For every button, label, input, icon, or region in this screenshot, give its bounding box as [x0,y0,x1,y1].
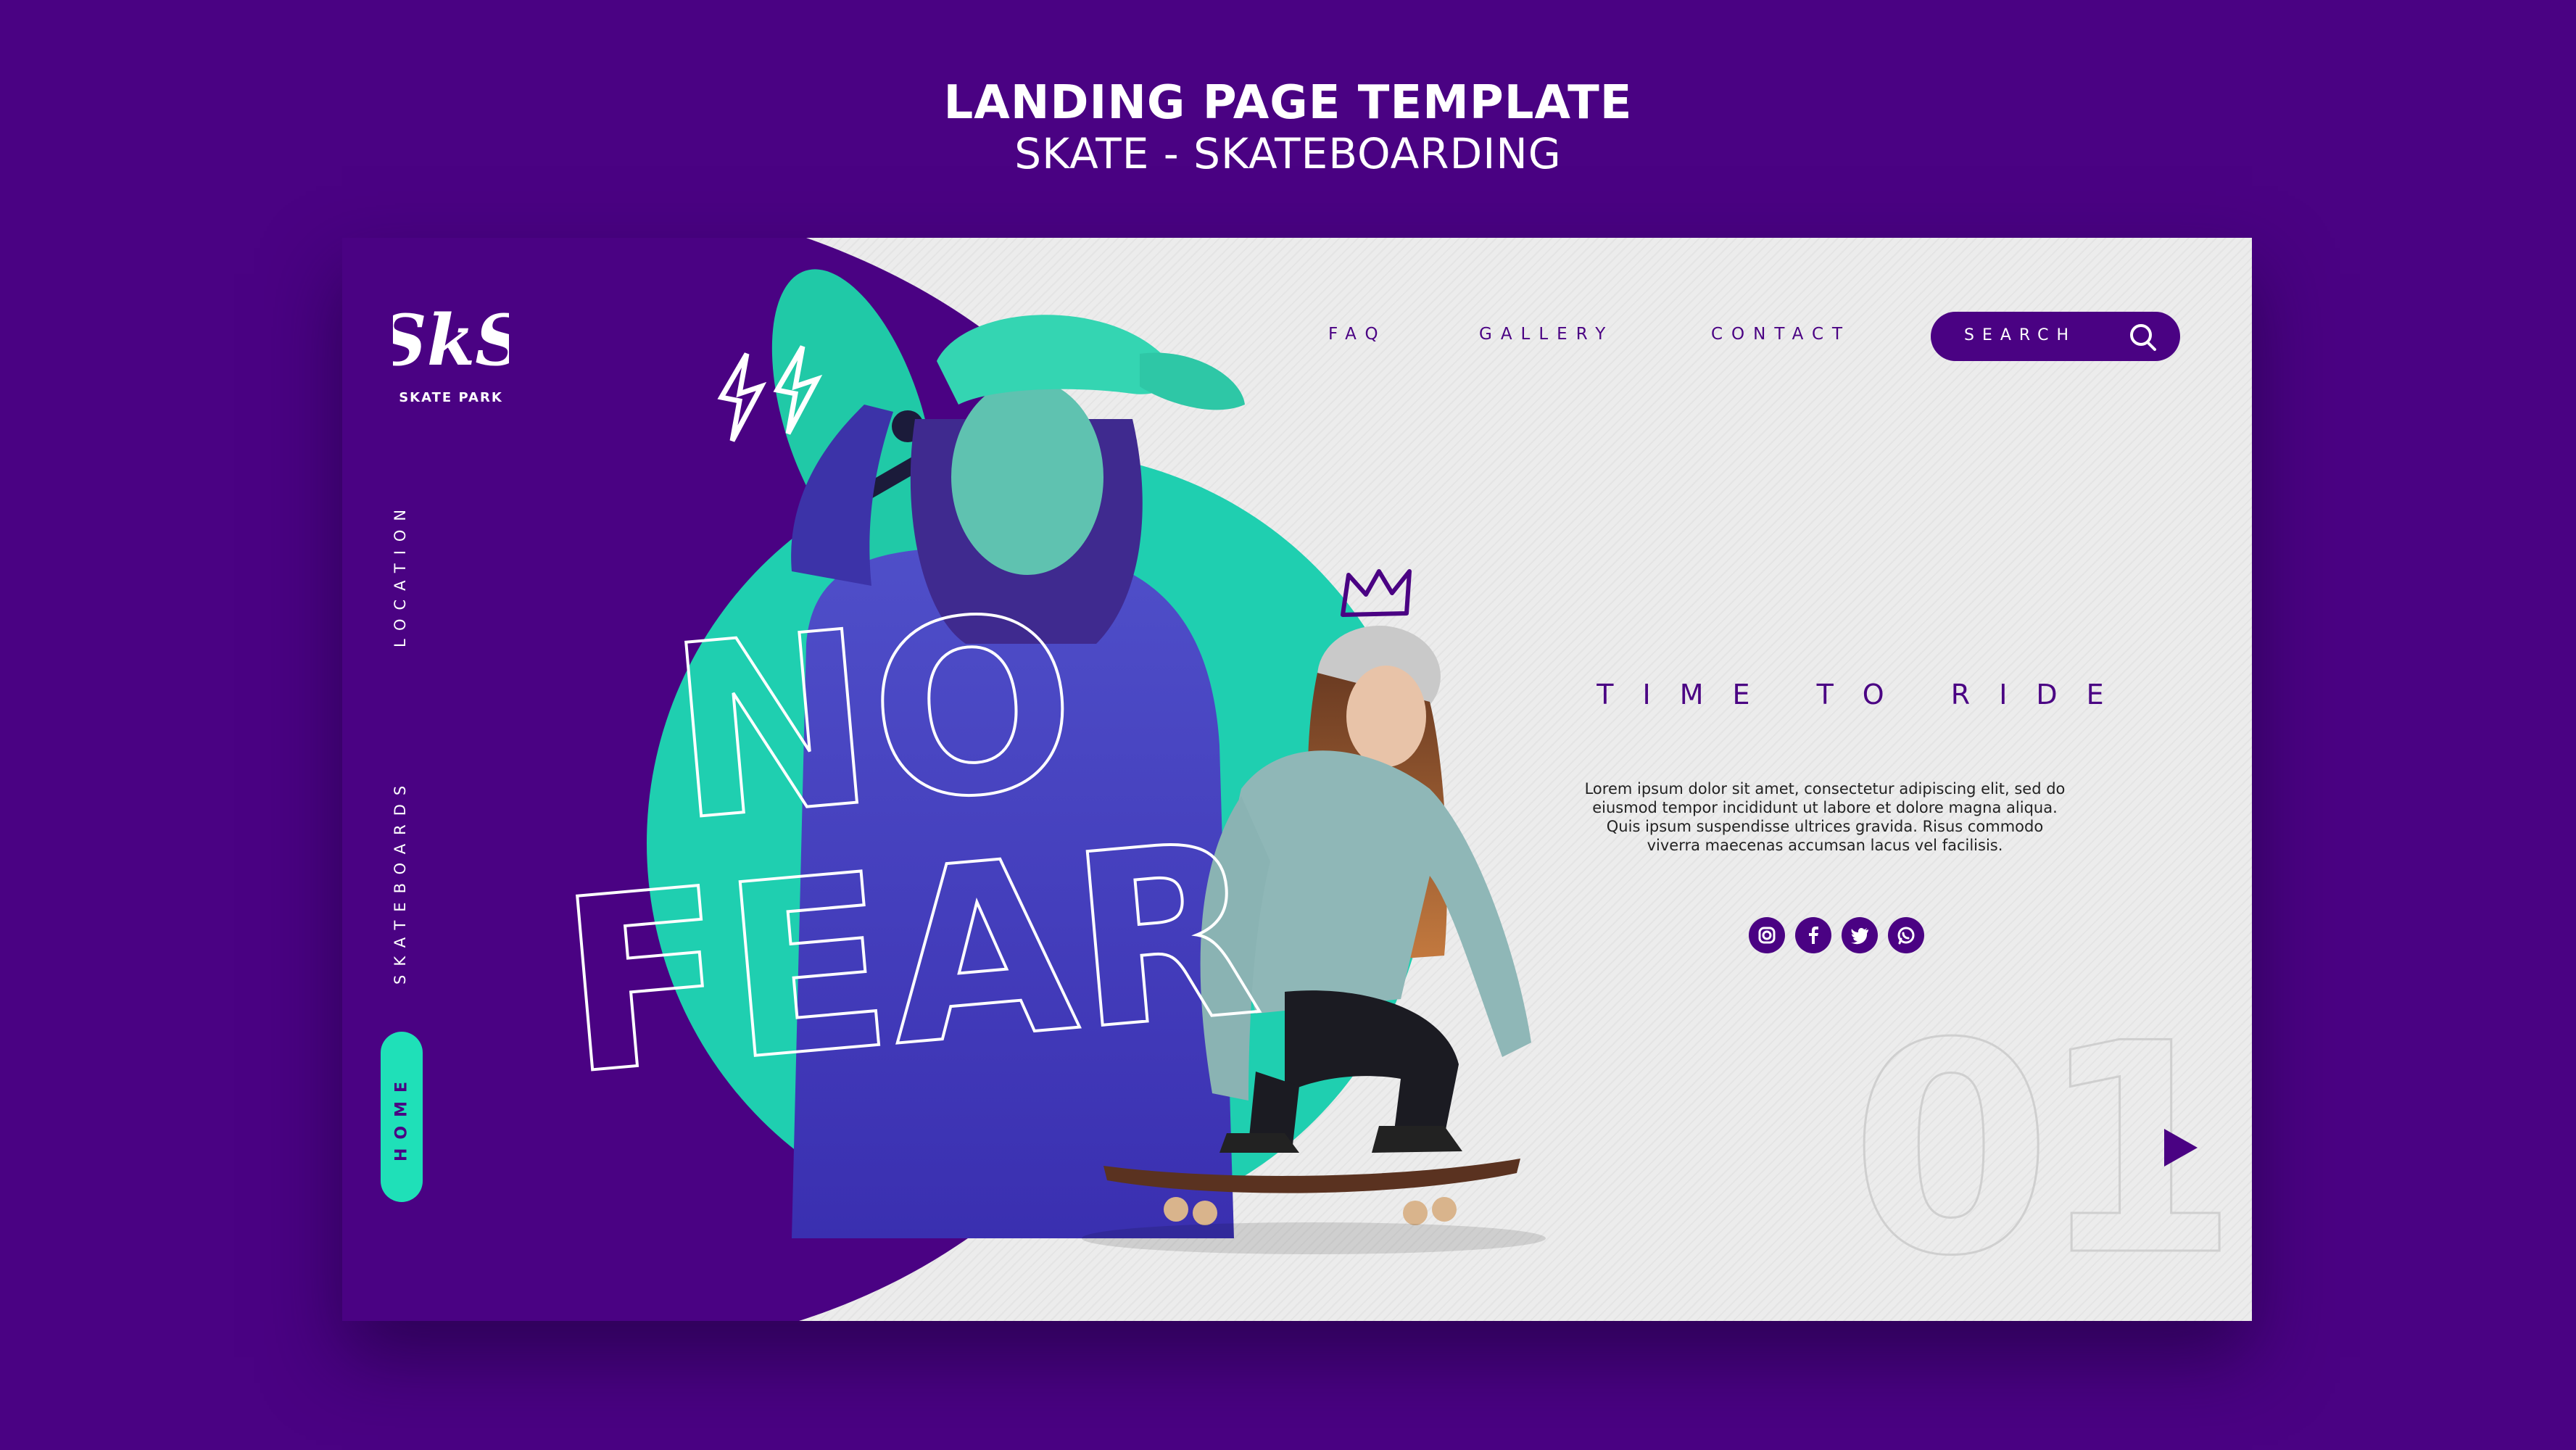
search-icon [2130,324,2156,351]
side-nav-skateboards[interactable]: SKATEBOARDS [392,777,409,985]
instagram-icon[interactable] [1749,917,1785,953]
landing-page-mockup: NO FEAR SkS SKATE PARK LOCATION SKATEBOA… [342,238,2252,1321]
whatsapp-icon[interactable] [1888,917,1924,953]
headline-fear: FEAR [551,790,1269,1127]
facebook-icon[interactable] [1795,917,1831,953]
logo-name: SKATE PARK [399,390,503,405]
search-label: SEARCH [1964,326,2077,344]
next-slide-arrow-icon[interactable] [2158,1126,2202,1169]
hero-tagline: TIME TO RIDE [1596,679,2133,710]
nav-link-gallery[interactable]: GALLERY [1479,325,1614,344]
nav-link-faq[interactable]: FAQ [1328,325,1387,344]
search-button[interactable]: SEARCH [1931,312,2180,361]
social-links [1749,917,1924,953]
banner-subtitle: SKATE - SKATEBOARDING [1014,129,1562,178]
side-nav-location[interactable]: LOCATION [392,501,409,647]
hero-description: Lorem ipsum dolor sit amet, consectetur … [1584,780,2066,854]
side-nav-home-button[interactable]: HOME [381,1032,423,1202]
side-nav-home-label: HOME [392,1072,411,1161]
nav-link-contact[interactable]: CONTACT [1711,325,1851,344]
logo-mark-text: SkS [393,299,509,381]
twitter-icon[interactable] [1842,917,1878,953]
sks-logo-icon[interactable]: SkS [393,292,509,394]
banner-title: LANDING PAGE TEMPLATE [943,76,1633,130]
